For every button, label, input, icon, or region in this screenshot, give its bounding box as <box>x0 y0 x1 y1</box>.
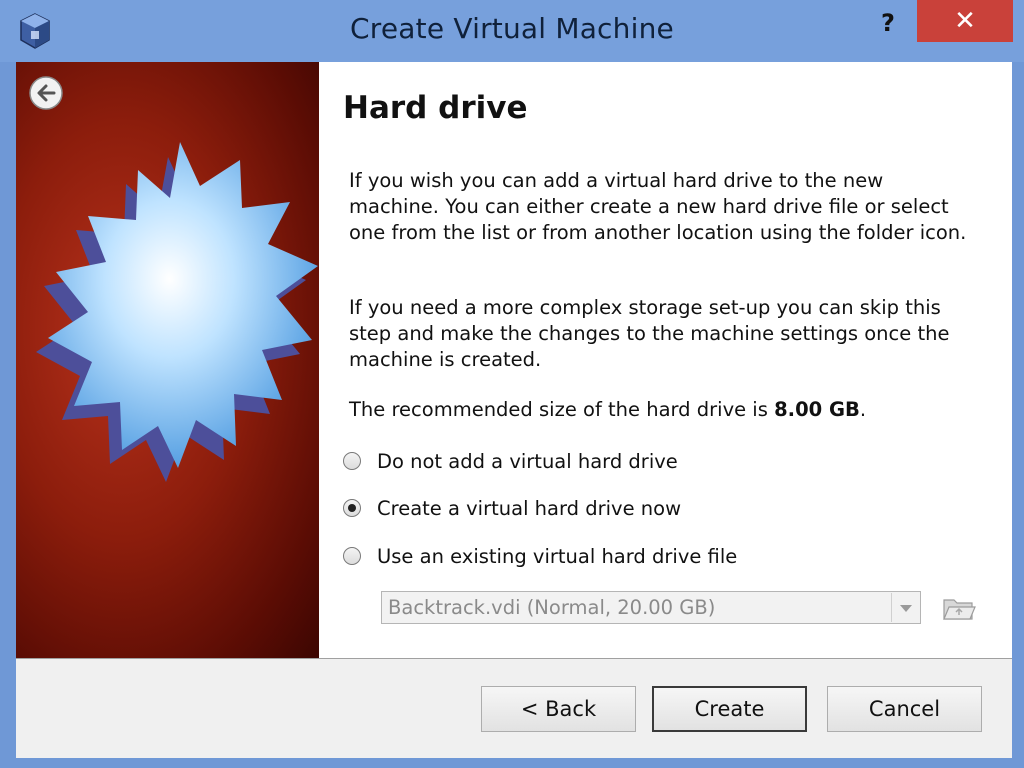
cancel-button[interactable]: Cancel <box>827 686 982 732</box>
recommended-size-value: 8.00 GB <box>774 398 860 421</box>
close-button[interactable]: ✕ <box>917 0 1013 42</box>
title-bar: Create Virtual Machine ? ✕ <box>0 0 1024 62</box>
wizard-page: Hard drive If you wish you can add a vir… <box>319 62 1012 658</box>
existing-disk-value: Backtrack.vdi (Normal, 20.00 GB) <box>388 596 716 619</box>
recommended-size-suffix: . <box>859 398 867 421</box>
help-button[interactable]: ? <box>868 4 908 42</box>
recommended-size-prefix: The recommended size of the hard drive i… <box>349 398 775 421</box>
wizard-banner-image <box>16 62 319 658</box>
back-arrow-icon[interactable] <box>28 75 64 111</box>
option-label: Create a virtual hard drive now <box>377 496 682 520</box>
option-no-hard-drive[interactable]: Do not add a virtual hard drive <box>343 447 678 475</box>
back-button[interactable]: < Back <box>481 686 636 732</box>
folder-icon[interactable] <box>941 593 977 623</box>
create-button[interactable]: Create <box>652 686 807 732</box>
dialog-window: Create Virtual Machine ? ✕ Hard drive If… <box>0 0 1024 768</box>
page-title: Hard drive <box>343 90 528 126</box>
radio-button[interactable] <box>343 452 361 470</box>
storage-paragraph: If you need a more complex storage set-u… <box>349 296 950 371</box>
option-existing-hard-drive[interactable]: Use an existing virtual hard drive file <box>343 542 737 570</box>
intro-paragraph: If you wish you can add a virtual hard d… <box>349 169 967 244</box>
chevron-down-icon[interactable] <box>891 593 919 622</box>
button-bar-divider <box>16 658 1012 659</box>
radio-button-selected[interactable] <box>343 499 361 517</box>
option-label: Do not add a virtual hard drive <box>377 449 678 473</box>
option-create-hard-drive[interactable]: Create a virtual hard drive now <box>343 494 681 522</box>
dialog-client-area: Hard drive If you wish you can add a vir… <box>16 62 1012 758</box>
option-label: Use an existing virtual hard drive file <box>377 544 738 568</box>
existing-disk-select[interactable]: Backtrack.vdi (Normal, 20.00 GB) <box>381 591 921 624</box>
recommended-size-text: The recommended size of the hard drive i… <box>349 397 979 423</box>
radio-button[interactable] <box>343 547 361 565</box>
